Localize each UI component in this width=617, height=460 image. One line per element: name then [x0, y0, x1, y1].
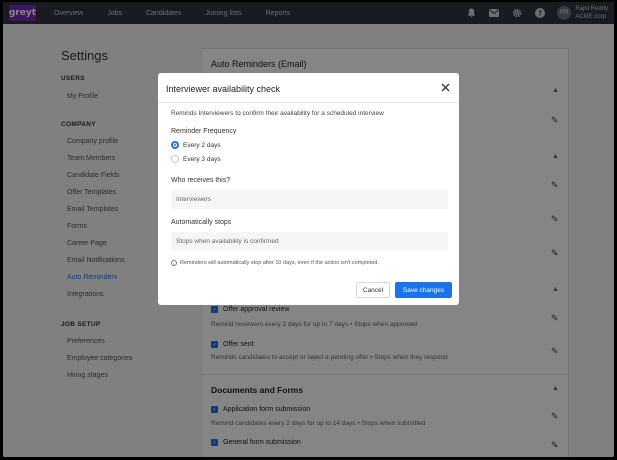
- stops-field: Stops when availability is confirmed: [171, 232, 448, 251]
- radio-unselected[interactable]: [171, 155, 179, 163]
- close-button[interactable]: [439, 81, 451, 93]
- frequency-option-3-days[interactable]: Every 3 days: [171, 155, 221, 163]
- frequency-option-2-days[interactable]: Every 2 days: [171, 141, 221, 149]
- auto-stop-note: i Reminders will automatically stop afte…: [171, 260, 379, 266]
- divider: [158, 102, 459, 103]
- app-window: greyt Overview Jobs Candidates Joining l…: [3, 2, 614, 457]
- frequency-option-label: Every 3 days: [183, 155, 221, 163]
- recipients-field: Interviewers: [171, 190, 448, 209]
- frequency-label: Reminder Frequency: [171, 128, 237, 135]
- dialog-title: Interviewer availability check: [166, 84, 281, 94]
- save-changes-button[interactable]: Save changes: [395, 282, 452, 298]
- note-text: Reminders will automatically stop after …: [180, 260, 379, 266]
- stops-label: Automatically stops: [171, 219, 232, 226]
- recipients-label: Who receives this?: [171, 177, 231, 184]
- close-icon: [441, 83, 449, 91]
- dialog-description: Reminds Interviewers to confirm their av…: [171, 110, 384, 117]
- cancel-button[interactable]: Cancel: [356, 282, 390, 298]
- frequency-option-label: Every 2 days: [183, 141, 221, 149]
- reminder-edit-dialog: Interviewer availability check Reminds I…: [158, 73, 459, 305]
- info-icon: i: [171, 260, 177, 266]
- radio-selected[interactable]: [171, 141, 179, 149]
